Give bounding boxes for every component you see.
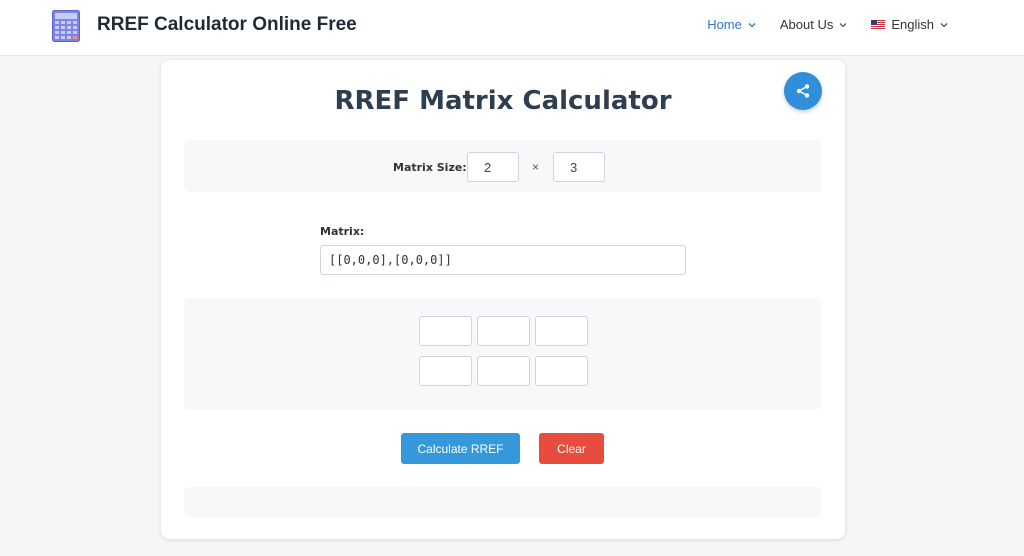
matrix-cell-r1c1[interactable] <box>419 316 472 346</box>
matrix-grid-panel <box>184 298 822 410</box>
nav-item-label: English <box>891 17 934 32</box>
matrix-size-label: Matrix Size: <box>393 161 467 174</box>
chevron-down-icon <box>839 22 847 27</box>
matrix-cell-r2c2[interactable] <box>477 356 530 386</box>
matrix-size-panel: Matrix Size: × <box>184 140 822 192</box>
matrix-cell-r1c2[interactable] <box>477 316 530 346</box>
main-nav: Home About Us English <box>707 17 948 32</box>
nav-item-label: About Us <box>779 17 834 32</box>
chevron-down-icon <box>748 22 756 27</box>
matrix-cols-input[interactable] <box>553 152 605 182</box>
matrix-rows-input[interactable] <box>467 152 519 182</box>
size-separator: × <box>532 160 540 174</box>
nav-item-home[interactable]: Home <box>707 17 756 32</box>
nav-item-about-us[interactable]: About Us <box>780 17 847 32</box>
matrix-cell-r1c3[interactable] <box>535 316 588 346</box>
matrix-grid <box>419 316 588 386</box>
share-icon <box>796 84 810 98</box>
matrix-text-input[interactable] <box>320 245 686 275</box>
clear-button[interactable]: Clear <box>539 433 604 464</box>
page-title: RREF Matrix Calculator <box>334 86 672 116</box>
calculate-rref-button[interactable]: Calculate RREF <box>401 433 520 464</box>
site-header: RREF Calculator Online Free Home About U… <box>0 0 1024 56</box>
nav-item-label: Home <box>707 17 742 32</box>
matrix-cell-r2c1[interactable] <box>419 356 472 386</box>
us-flag-icon <box>871 20 886 29</box>
site-title[interactable]: RREF Calculator Online Free <box>97 14 357 36</box>
chevron-down-icon <box>940 22 948 27</box>
nav-item-language[interactable]: English <box>871 17 948 32</box>
calculator-icon[interactable] <box>52 10 80 42</box>
share-button[interactable] <box>784 72 822 110</box>
calculator-card: RREF Matrix Calculator Matrix Size: × Ma… <box>161 60 845 539</box>
matrix-cell-r2c3[interactable] <box>535 356 588 386</box>
matrix-label: Matrix: <box>320 225 365 238</box>
result-panel <box>184 487 822 517</box>
